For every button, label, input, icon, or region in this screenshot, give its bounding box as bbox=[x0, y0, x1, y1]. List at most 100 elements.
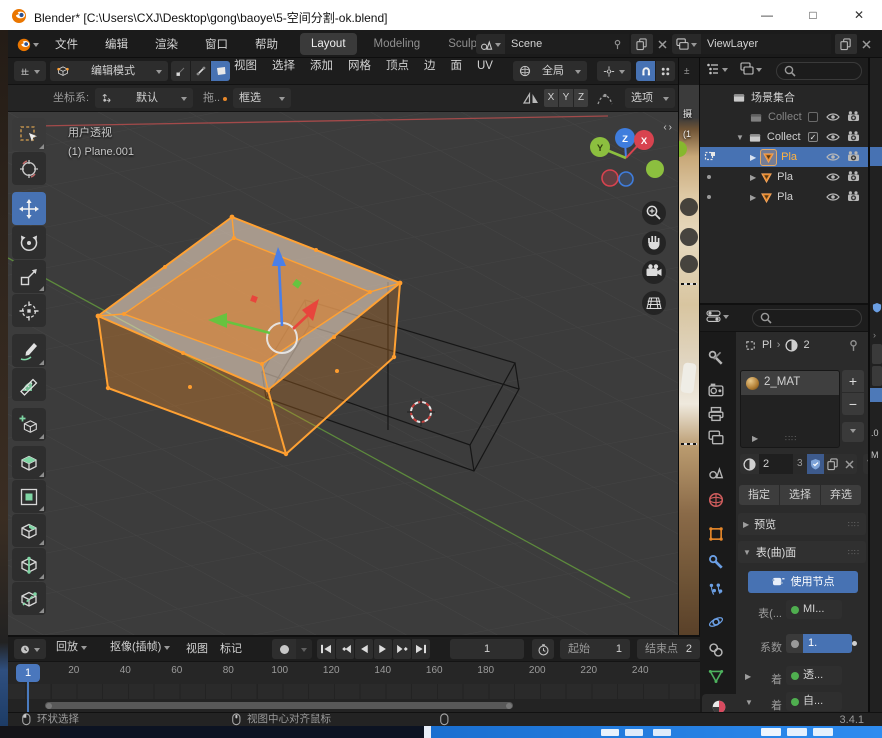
tab-modifiers[interactable] bbox=[708, 554, 724, 570]
tab-object-data[interactable] bbox=[708, 668, 724, 684]
next-keyframe-button[interactable] bbox=[393, 639, 411, 659]
factor-field[interactable]: 1. bbox=[786, 634, 852, 653]
preview-range-clock-button[interactable] bbox=[532, 639, 554, 659]
scene-name-field[interactable]: Scene bbox=[505, 34, 629, 54]
narrow-camera-button[interactable] bbox=[680, 255, 698, 273]
tab-tool[interactable] bbox=[708, 350, 724, 366]
playback-menu[interactable]: 回放 bbox=[56, 642, 87, 653]
maximize-button[interactable]: □ bbox=[790, 0, 836, 30]
hide-eye-icon[interactable] bbox=[826, 171, 840, 183]
keying-menu[interactable]: 抠像(插帧) bbox=[110, 642, 170, 653]
viewport-menu-item[interactable]: 添加 bbox=[310, 61, 333, 73]
viewport-menu-item[interactable]: 网格 bbox=[348, 61, 371, 73]
tool-bevel-button[interactable] bbox=[12, 514, 46, 547]
box-select-dropdown[interactable]: 框选 bbox=[233, 88, 291, 108]
keyframe-dot-icon[interactable] bbox=[852, 641, 857, 646]
timeline-ruler[interactable]: 20406080100120140160180200220240 bbox=[8, 662, 700, 684]
outliner-row-collection-2[interactable]: ▼ Collect ✓ bbox=[700, 127, 868, 147]
tool-cursor-button[interactable] bbox=[12, 152, 46, 185]
pan-button[interactable] bbox=[642, 231, 666, 255]
collection-checkbox-checked[interactable]: ✓ bbox=[808, 132, 818, 142]
tab-constraints[interactable] bbox=[708, 642, 724, 658]
play-button[interactable] bbox=[374, 639, 392, 659]
menu-item[interactable]: 编辑 bbox=[98, 33, 135, 55]
outliner-row-object-2[interactable]: ▶ Pla bbox=[700, 167, 868, 187]
viewport-menu-item[interactable]: 视图 bbox=[234, 61, 257, 73]
timeline-view-menu[interactable]: 视图 bbox=[186, 644, 208, 655]
play-reverse-button[interactable] bbox=[355, 639, 373, 659]
render-camera-icon[interactable] bbox=[847, 110, 860, 123]
orientation-dropdown[interactable]: 全局 bbox=[513, 61, 587, 81]
scrollbar-left-knob[interactable] bbox=[46, 703, 52, 709]
tool-extrude-button[interactable] bbox=[12, 446, 46, 479]
shader2-dropdown[interactable]: 自... bbox=[786, 692, 842, 711]
slot-specials-button[interactable] bbox=[842, 422, 864, 442]
playhead-line[interactable] bbox=[27, 677, 29, 712]
tab-view-layer[interactable] bbox=[708, 430, 724, 446]
select-button[interactable]: 选择 bbox=[780, 485, 820, 505]
tool-knife-button[interactable] bbox=[12, 582, 46, 615]
current-frame-field[interactable]: 1 bbox=[450, 639, 524, 659]
axis-neg-y-ball[interactable] bbox=[646, 160, 664, 178]
crumb-material[interactable]: 2 bbox=[803, 340, 809, 351]
editor-type-button[interactable] bbox=[14, 61, 46, 81]
properties-search-input[interactable] bbox=[752, 309, 862, 327]
outliner-display-mode-button[interactable] bbox=[740, 62, 762, 76]
tab-object[interactable] bbox=[708, 526, 724, 542]
preview-panel-header[interactable]: ▶ 预览 ∷∷ bbox=[738, 513, 866, 535]
tool-measure-button[interactable] bbox=[12, 368, 46, 401]
remove-viewlayer-button[interactable] bbox=[857, 34, 876, 54]
snap-settings-button[interactable] bbox=[656, 61, 675, 81]
tab-output[interactable] bbox=[708, 406, 724, 422]
grip-dots[interactable]: ∷∷ bbox=[785, 434, 797, 443]
material-name-field[interactable]: 2 bbox=[759, 454, 793, 474]
deselect-button[interactable]: 弃选 bbox=[821, 485, 861, 505]
axis-neg-z-ball[interactable] bbox=[619, 172, 633, 186]
shader1-dropdown[interactable]: 透... bbox=[786, 666, 842, 685]
tool-scale-button[interactable] bbox=[12, 260, 46, 293]
timeline-track[interactable] bbox=[8, 684, 700, 699]
pin-icon[interactable] bbox=[612, 39, 623, 50]
outliner-row-scene-collection[interactable]: 场景集合 bbox=[700, 87, 868, 107]
collapsed-arrow-icon[interactable]: ▶ bbox=[745, 672, 751, 681]
render-camera-icon[interactable] bbox=[847, 130, 860, 143]
frame-start-field[interactable]: 起始1 bbox=[560, 639, 630, 659]
viewport-menu-item[interactable]: 面 bbox=[451, 61, 463, 73]
outliner-search-input[interactable] bbox=[776, 62, 862, 80]
scene-type-button[interactable] bbox=[476, 34, 505, 54]
tool-transform-button[interactable] bbox=[12, 294, 46, 327]
expand-arrow-icon[interactable]: ▼ bbox=[736, 133, 744, 142]
coord-dropdown[interactable]: 默认 bbox=[95, 88, 193, 108]
tab-particles[interactable] bbox=[708, 582, 724, 598]
new-viewlayer-button[interactable] bbox=[835, 34, 857, 54]
surface-shader-dropdown[interactable]: MI... bbox=[786, 600, 842, 619]
tab-layout[interactable]: Layout bbox=[300, 33, 357, 55]
blender-menu-button[interactable] bbox=[16, 34, 39, 54]
tool-rotate-button[interactable] bbox=[12, 226, 46, 259]
render-camera-icon[interactable] bbox=[847, 170, 860, 183]
auto-key-record-button[interactable] bbox=[272, 639, 296, 659]
prev-keyframe-button[interactable] bbox=[336, 639, 354, 659]
tab-physics[interactable] bbox=[708, 614, 724, 630]
add-slot-button[interactable]: + bbox=[842, 370, 864, 392]
narrow-zoom-button[interactable] bbox=[680, 198, 698, 216]
expand-arrow-icon[interactable]: ▶ bbox=[750, 153, 756, 162]
timeline-markers-menu[interactable]: 标记 bbox=[220, 644, 242, 655]
tool-annotate-button[interactable] bbox=[12, 334, 46, 367]
edge-select-button[interactable] bbox=[191, 61, 210, 81]
outliner-row-collection-1[interactable]: Collect bbox=[700, 107, 868, 127]
mirror-y-button[interactable]: Y bbox=[559, 89, 573, 107]
hide-eye-icon[interactable] bbox=[826, 191, 840, 203]
expand-arrow-icon[interactable]: ▶ bbox=[750, 193, 756, 202]
timeline-editor-type-button[interactable] bbox=[14, 639, 46, 659]
frame-end-field[interactable]: 结束点2 bbox=[637, 639, 700, 659]
snap-toggle-button[interactable] bbox=[636, 61, 655, 81]
tab-world[interactable] bbox=[708, 492, 724, 508]
camera-view-button[interactable] bbox=[642, 260, 666, 284]
grip-dots[interactable]: ∷∷ bbox=[848, 548, 860, 557]
menu-item[interactable]: 帮助 bbox=[248, 33, 285, 55]
viewport-canvas[interactable]: Z X Y bbox=[8, 112, 678, 635]
collection-checkbox-unchecked[interactable] bbox=[808, 112, 818, 122]
viewport-menu-item[interactable]: 选择 bbox=[272, 61, 295, 73]
tool-box-select-button[interactable] bbox=[12, 118, 46, 151]
